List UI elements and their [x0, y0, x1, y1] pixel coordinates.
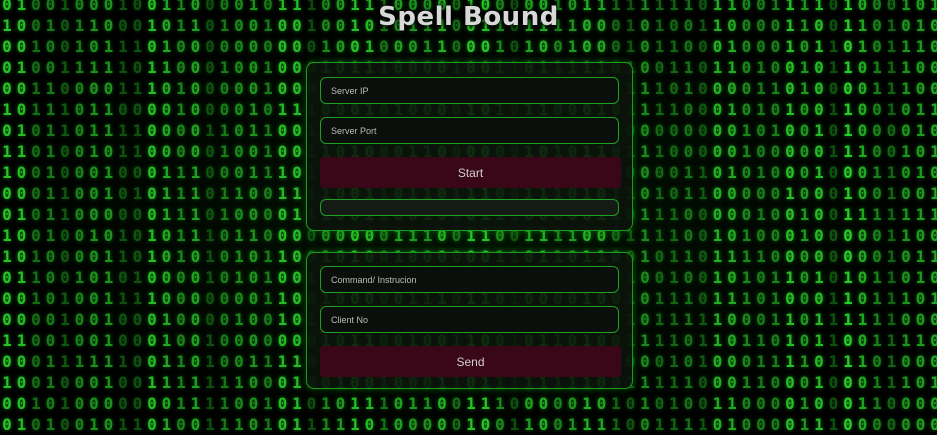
matrix-column: 0 1 1 1 1 1 0 0 1 1 1 1 1 1 1 1 1 1 1 0 …: [886, 0, 897, 434]
matrix-column: 0 0 0 0 0 0 1 0 0 0 0 1 1 1 0 0 1 1 1 1 …: [205, 0, 215, 434]
matrix-column: 0 1 1 1 0 0 0 0 0 0 0 0 0 1 0 0 0 1 0 0 …: [74, 0, 85, 434]
matrix-column: 1 0 0 1 0 1 1 0 0 1 1 0 0 0 1 1 1 1 0 1 …: [60, 0, 70, 434]
server-port-input[interactable]: [320, 117, 619, 144]
matrix-column: 0 1 0 0 1 1 1 1 1 1 1 1 0 0 0 0 0 1 1 0 …: [45, 0, 56, 434]
matrix-column: 1 0 0 0 1 0 1 0 0 0 0 0 0 1 1 1 0 1 0 0 …: [770, 0, 781, 434]
page-title: Spell Bound: [378, 2, 559, 32]
command-panel: Send: [306, 252, 633, 389]
start-button[interactable]: Start: [320, 157, 621, 188]
server-panel: Start: [306, 62, 633, 231]
matrix-column: 1 1 0 1 0 0 0 0 0 0 0 1 1 1 1 1 1 0 0 1 …: [712, 0, 723, 434]
matrix-column: 0 0 1 0 1 1 0 0 0 0 0 0 1 1 1 0 0 0 0 1 …: [31, 0, 41, 434]
progress-bar: [320, 199, 619, 216]
client-no-input[interactable]: [320, 306, 619, 333]
matrix-column: 0 1 0 1 1 0 1 1 1 0 0 0 1 1 1 0 0 1 0 1 …: [263, 0, 273, 434]
matrix-column: 1 0 1 1 0 1 0 0 1 0 0 0 1 0 1 0 0 0 0 1 …: [727, 0, 737, 434]
matrix-column: 1 0 0 1 0 0 1 1 0 0 1 0 0 1 0 0 1 0 0 0 …: [16, 0, 27, 434]
matrix-column: 1 1 0 1 0 1 1 1 0 1 1 0 0 1 1 1 0 1 0 0 …: [843, 0, 853, 434]
matrix-column: 0 0 1 0 1 0 1 1 0 1 0 0 0 1 1 0 0 0 0 0 …: [132, 0, 143, 434]
matrix-column: 0 1 1 0 0 0 0 1 0 0 1 0 0 0 0 1 0 1 0 1 …: [857, 0, 868, 434]
matrix-column: 1 0 1 1 1 0 1 1 0 0 0 1 1 0 1 0 0 1 0 0 …: [118, 0, 128, 434]
matrix-column: 1 0 1 1 1 0 0 1 0 0 1 1 0 0 1 0 1 0 1 0 …: [901, 0, 911, 434]
matrix-column: 0 0 0 0 0 0 1 1 0 0 0 1 1 1 1 0 1 0 1 0 …: [741, 0, 752, 434]
server-ip-input[interactable]: [320, 77, 619, 104]
command-input[interactable]: [320, 266, 619, 293]
matrix-column: 0 0 1 1 0 1 1 0 1 1 0 0 1 1 1 1 1 1 1 0 …: [103, 0, 114, 434]
matrix-column: 0 1 0 1 1 0 0 0 0 0 0 1 1 0 1 0 0 0 1 0 …: [147, 0, 157, 434]
matrix-column: 1 1 0 0 1 1 0 0 1 1 1 1 1 0 0 0 0 1 1 1 …: [176, 0, 186, 434]
matrix-column: 0 1 1 0 0 1 1 0 1 0 1 0 1 1 0 0 1 0 0 0 …: [915, 0, 926, 434]
matrix-column: 1 1 0 1 1 0 0 0 0 0 1 1 0 0 0 0 0 1 0 1 …: [799, 0, 810, 434]
matrix-column: 1 0 0 0 0 1 0 0 0 1 1 0 0 0 0 0 0 1 1 1 …: [292, 0, 302, 434]
matrix-column: 1 0 0 1 1 0 0 0 1 1 0 0 1 0 1 1 0 0 1 0 …: [683, 0, 694, 434]
matrix-column: 1 1 1 0 1 1 0 1 0 1 1 1 0 0 1 1 1 0 1 0 …: [654, 0, 665, 434]
matrix-column: 1 0 0 0 1 1 0 1 0 0 1 1 1 0 0 0 1 0 1 1 …: [640, 0, 650, 434]
send-button[interactable]: Send: [320, 346, 621, 377]
matrix-column: 1 0 0 0 0 1 0 0 1 1 0 0 1 0 1 1 0 1 0 0 …: [277, 0, 288, 434]
matrix-column: 0 0 0 1 1 0 0 0 1 0 1 0 0 1 1 1 1 0 1 1 …: [872, 0, 882, 434]
matrix-column: 0 0 1 1 0 1 0 1 0 0 0 0 0 0 1 1 1 1 0 0 …: [828, 0, 839, 434]
matrix-column: 0 1 0 0 0 0 0 0 1 1 0 0 0 0 0 1 1 1 0 0 …: [698, 0, 708, 434]
matrix-column: 1 0 0 0 0 1 1 0 1 0 0 1 0 0 0 0 0 1 0 0 …: [248, 0, 259, 434]
matrix-column: 1 0 1 1 0 1 0 0 0 0 1 1 1 1 1 1 1 1 1 1 …: [669, 0, 679, 434]
matrix-column: 1 0 1 1 0 0 0 0 1 1 1 0 0 0 0 1 1 1 1 0 …: [161, 0, 172, 434]
matrix-column: 1 0 1 0 0 0 1 0 1 0 0 0 0 1 0 1 1 0 1 0 …: [814, 0, 824, 434]
matrix-column: 0 1 0 0 0 0 0 0 1 1 1 1 0 0 0 0 0 0 1 1 …: [190, 0, 201, 434]
matrix-column: 0 1 0 0 0 1 0 1 1 0 0 1 1 0 0 0 1 0 1 0 …: [2, 0, 12, 434]
matrix-column: 0 0 0 1 1 1 0 0 1 0 1 0 1 0 0 0 1 1 1 0 …: [756, 0, 766, 434]
matrix-column: 0 0 0 0 0 0 0 0 0 1 0 1 1 1 0 1 0 0 1 0 …: [234, 0, 244, 434]
matrix-column: 0 1 0 1 0 0 1 1 0 1 1 0 0 0 0 0 0 0 1 1 …: [219, 0, 230, 434]
matrix-column: 1 1 1 0 0 1 0 0 0 1 0 0 0 1 0 1 1 1 0 0 …: [785, 0, 795, 434]
matrix-column: 0 1 0 1 0 1 1 1 0 0 0 1 0 0 0 0 0 1 0 0 …: [89, 0, 99, 434]
matrix-column: 1 0 0 0 0 1 0 1 0 1 1 0 1 0 1 0 0 0 1 0 …: [930, 0, 937, 434]
